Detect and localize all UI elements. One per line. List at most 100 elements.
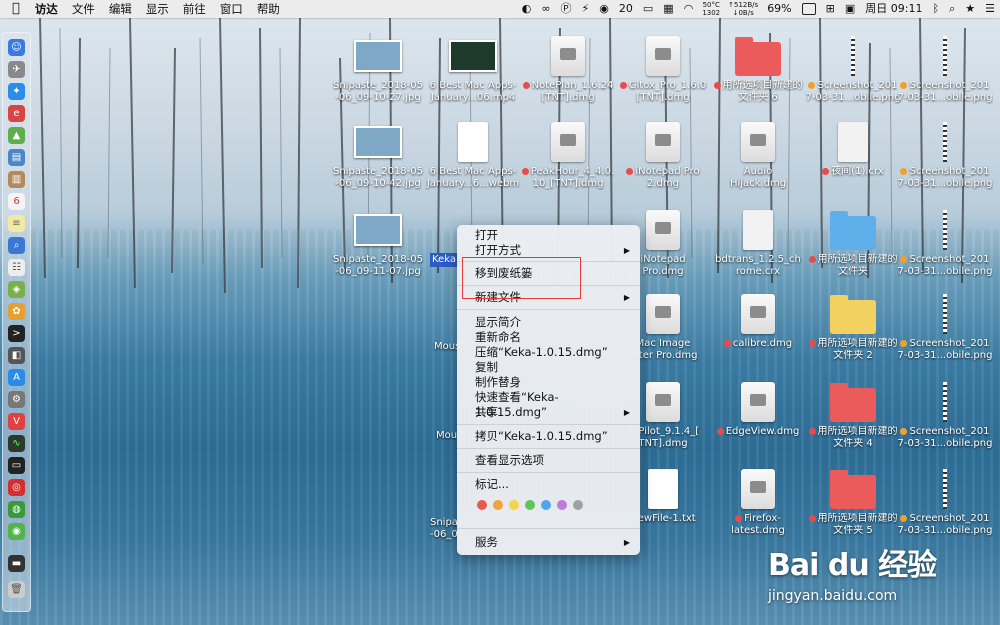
- input-method-icon[interactable]: ⊞: [821, 0, 840, 18]
- desktop-file[interactable]: 夜间(1).crx: [805, 118, 901, 178]
- desktop-file[interactable]: Screenshot_201 7-03-31...obile.png: [897, 290, 993, 362]
- desktop-file[interactable]: Screenshot_201 7-03-31...obile.png: [897, 465, 993, 537]
- terminal-icon[interactable]: ▭: [8, 457, 25, 474]
- app-icon[interactable]: ◧: [8, 347, 25, 364]
- menu-item-open[interactable]: 打开: [475, 228, 630, 243]
- desktop-file[interactable]: 用所选项目新建的 文件夹 5: [805, 465, 901, 537]
- terminal-icon[interactable]: >: [8, 325, 25, 342]
- menu-item-share[interactable]: 共享 ▶: [475, 405, 630, 420]
- menu-item-duplicate[interactable]: 复制: [475, 360, 630, 375]
- desktop-file[interactable]: 用所选项目新建的 文件夹: [805, 206, 901, 278]
- screen-icon[interactable]: ▭: [638, 0, 658, 18]
- desktop-file[interactable]: Screenshot_201 7-03-31...obile.png: [897, 206, 993, 278]
- notes-icon[interactable]: ≡: [8, 215, 25, 232]
- app-icon[interactable]: ◍: [8, 501, 25, 518]
- activity-monitor-icon[interactable]: ∿: [8, 435, 25, 452]
- safari-icon[interactable]: ✦: [8, 83, 25, 100]
- desktop-file[interactable]: 6 Best Mac Apps- January...6...webm: [425, 118, 521, 190]
- desktop-file[interactable]: PeakHour_4_4.0. 10_[TNT].dmg: [520, 118, 616, 190]
- menu-item-tags[interactable]: 标记...: [475, 477, 630, 492]
- netease-music-icon[interactable]: ◎: [8, 479, 25, 496]
- tag-color-dot[interactable]: [477, 500, 487, 510]
- reminders-icon[interactable]: ☷: [8, 259, 25, 276]
- desktop-file[interactable]: Snipaste_2018-05 -06_09-10-27.jpg: [330, 32, 426, 104]
- keyboard-icon[interactable]: ▣: [840, 0, 860, 18]
- calendar-icon[interactable]: 6: [8, 193, 25, 210]
- glasses-icon[interactable]: ∞: [536, 0, 555, 18]
- tag-color-dot[interactable]: [541, 500, 551, 510]
- desktop-file[interactable]: Snipaste_2018-05 -06_09-10-42.jpg: [330, 118, 426, 190]
- menu-item-rename[interactable]: 重新命名: [475, 330, 630, 345]
- desktop-file[interactable]: 用所选项目新建的 文件夹 2: [805, 290, 901, 362]
- search-icon[interactable]: ⌕: [944, 0, 960, 18]
- desktop-file[interactable]: Screenshot_201 7-03-31...obile.png: [897, 378, 993, 450]
- tag-color-dot[interactable]: [557, 500, 567, 510]
- menu-item-show-view-options[interactable]: 查看显示选项: [475, 453, 630, 468]
- menu-item-copy[interactable]: 拷贝“Keka-1.0.15.dmg”: [475, 429, 630, 444]
- clock[interactable]: 周日 09:11: [860, 0, 927, 18]
- desktop-file[interactable]: calibre.dmg: [710, 290, 806, 350]
- desktop-file[interactable]: Firefox-latest.dmg: [710, 465, 806, 537]
- app-icon[interactable]: ▦: [658, 0, 678, 18]
- app-store-icon[interactable]: A: [8, 369, 25, 386]
- wifi-icon[interactable]: ◠: [679, 0, 699, 18]
- photos-icon[interactable]: ✿: [8, 303, 25, 320]
- tag-color-dot[interactable]: [509, 500, 519, 510]
- menu-view[interactable]: 显示: [139, 0, 176, 18]
- lightning-icon[interactable]: ⚡: [577, 0, 595, 18]
- desktop-file[interactable]: 6 Best Mac Apps- January...06.mp4: [425, 32, 521, 104]
- toggle-icon[interactable]: ◐: [517, 0, 537, 18]
- menu-item-services[interactable]: 服务 ▶: [475, 535, 630, 550]
- tag-color-dot[interactable]: [493, 500, 503, 510]
- battery-percent[interactable]: 69%: [762, 0, 796, 18]
- desktop-file[interactable]: Screenshot_201 7-03-31...obile.png: [897, 118, 993, 190]
- folder-icon[interactable]: ▬: [8, 555, 25, 572]
- desktop-file[interactable]: bdtrans_1.2.5_ch rome.crx: [710, 206, 806, 278]
- battery-icon[interactable]: [797, 0, 821, 18]
- contacts-icon[interactable]: ▥: [8, 171, 25, 188]
- siri-icon[interactable]: ★: [960, 0, 980, 18]
- launchpad-icon[interactable]: ✈: [8, 61, 25, 78]
- desktop-file[interactable]: Gitox_Pro_1.6.0 [TNT].dmg: [615, 32, 711, 104]
- menu-app-name[interactable]: 访达: [28, 0, 65, 18]
- menu-item-compress[interactable]: 压缩“Keka-1.0.15.dmg”: [475, 345, 630, 360]
- preview-icon[interactable]: ▤: [8, 149, 25, 166]
- menu-go[interactable]: 前往: [176, 0, 213, 18]
- system-preferences-icon[interactable]: ⚙: [8, 391, 25, 408]
- tag-color-dot[interactable]: [525, 500, 535, 510]
- desktop-file[interactable]: Screenshot_201 7-03-31...obile.png: [897, 32, 993, 104]
- network-monitor[interactable]: ↑512B/s ↓0B/s: [724, 1, 762, 17]
- menu-item-get-info[interactable]: 显示简介: [475, 315, 630, 330]
- finder-icon[interactable]: ☺: [8, 39, 25, 56]
- desktop-file[interactable]: 用所选项目新建的 文件夹 6: [710, 32, 806, 104]
- desktop-file[interactable]: 用所选项目新建的 文件夹 4: [805, 378, 901, 450]
- tag-color-dot[interactable]: [573, 500, 583, 510]
- wechat-icon[interactable]: ◉: [8, 523, 25, 540]
- trash-icon[interactable]: 🗑: [8, 581, 25, 598]
- desktop-file[interactable]: Snipaste_2018-05 -06_09-11-07.jpg: [330, 206, 426, 278]
- desktop-file[interactable]: EdgeView.dmg: [710, 378, 806, 438]
- android-icon[interactable]: ▲: [8, 127, 25, 144]
- vivaldi-icon[interactable]: V: [8, 413, 25, 430]
- menu-help[interactable]: 帮助: [250, 0, 287, 18]
- menu-item-open-with[interactable]: 打开方式 ▶: [475, 243, 630, 258]
- apple-logo-icon[interactable]: : [0, 0, 28, 18]
- bluetooth-icon[interactable]: ᛒ: [927, 0, 944, 18]
- desktop-file[interactable]: iNotepad Pro 2.dmg: [615, 118, 711, 190]
- cpu-monitor[interactable]: 50°C 1302: [698, 1, 724, 17]
- search-app-icon[interactable]: ⌕: [8, 237, 25, 254]
- desktop-file[interactable]: Screenshot_201 7-03-31...obile.png: [805, 32, 901, 104]
- notification-count[interactable]: 20: [614, 0, 638, 18]
- menu-file[interactable]: 文件: [65, 0, 102, 18]
- menu-window[interactable]: 窗口: [213, 0, 250, 18]
- desktop-file[interactable]: NotePlan_1.6.24 [TNT].dmg: [520, 32, 616, 104]
- app-icon[interactable]: e: [8, 105, 25, 122]
- desktop-file[interactable]: Audio Hijack.dmg: [710, 118, 806, 190]
- menu-item-quick-look[interactable]: 快速查看“Keka-1.0.15.dmg”: [475, 390, 630, 419]
- wechat-icon[interactable]: ◉: [594, 0, 614, 18]
- parking-icon[interactable]: Ⓟ: [556, 0, 577, 18]
- maps-icon[interactable]: ◈: [8, 281, 25, 298]
- notification-center-icon[interactable]: ☰: [980, 0, 1000, 18]
- menu-edit[interactable]: 编辑: [102, 0, 139, 18]
- menu-item-make-alias[interactable]: 制作替身: [475, 375, 630, 390]
